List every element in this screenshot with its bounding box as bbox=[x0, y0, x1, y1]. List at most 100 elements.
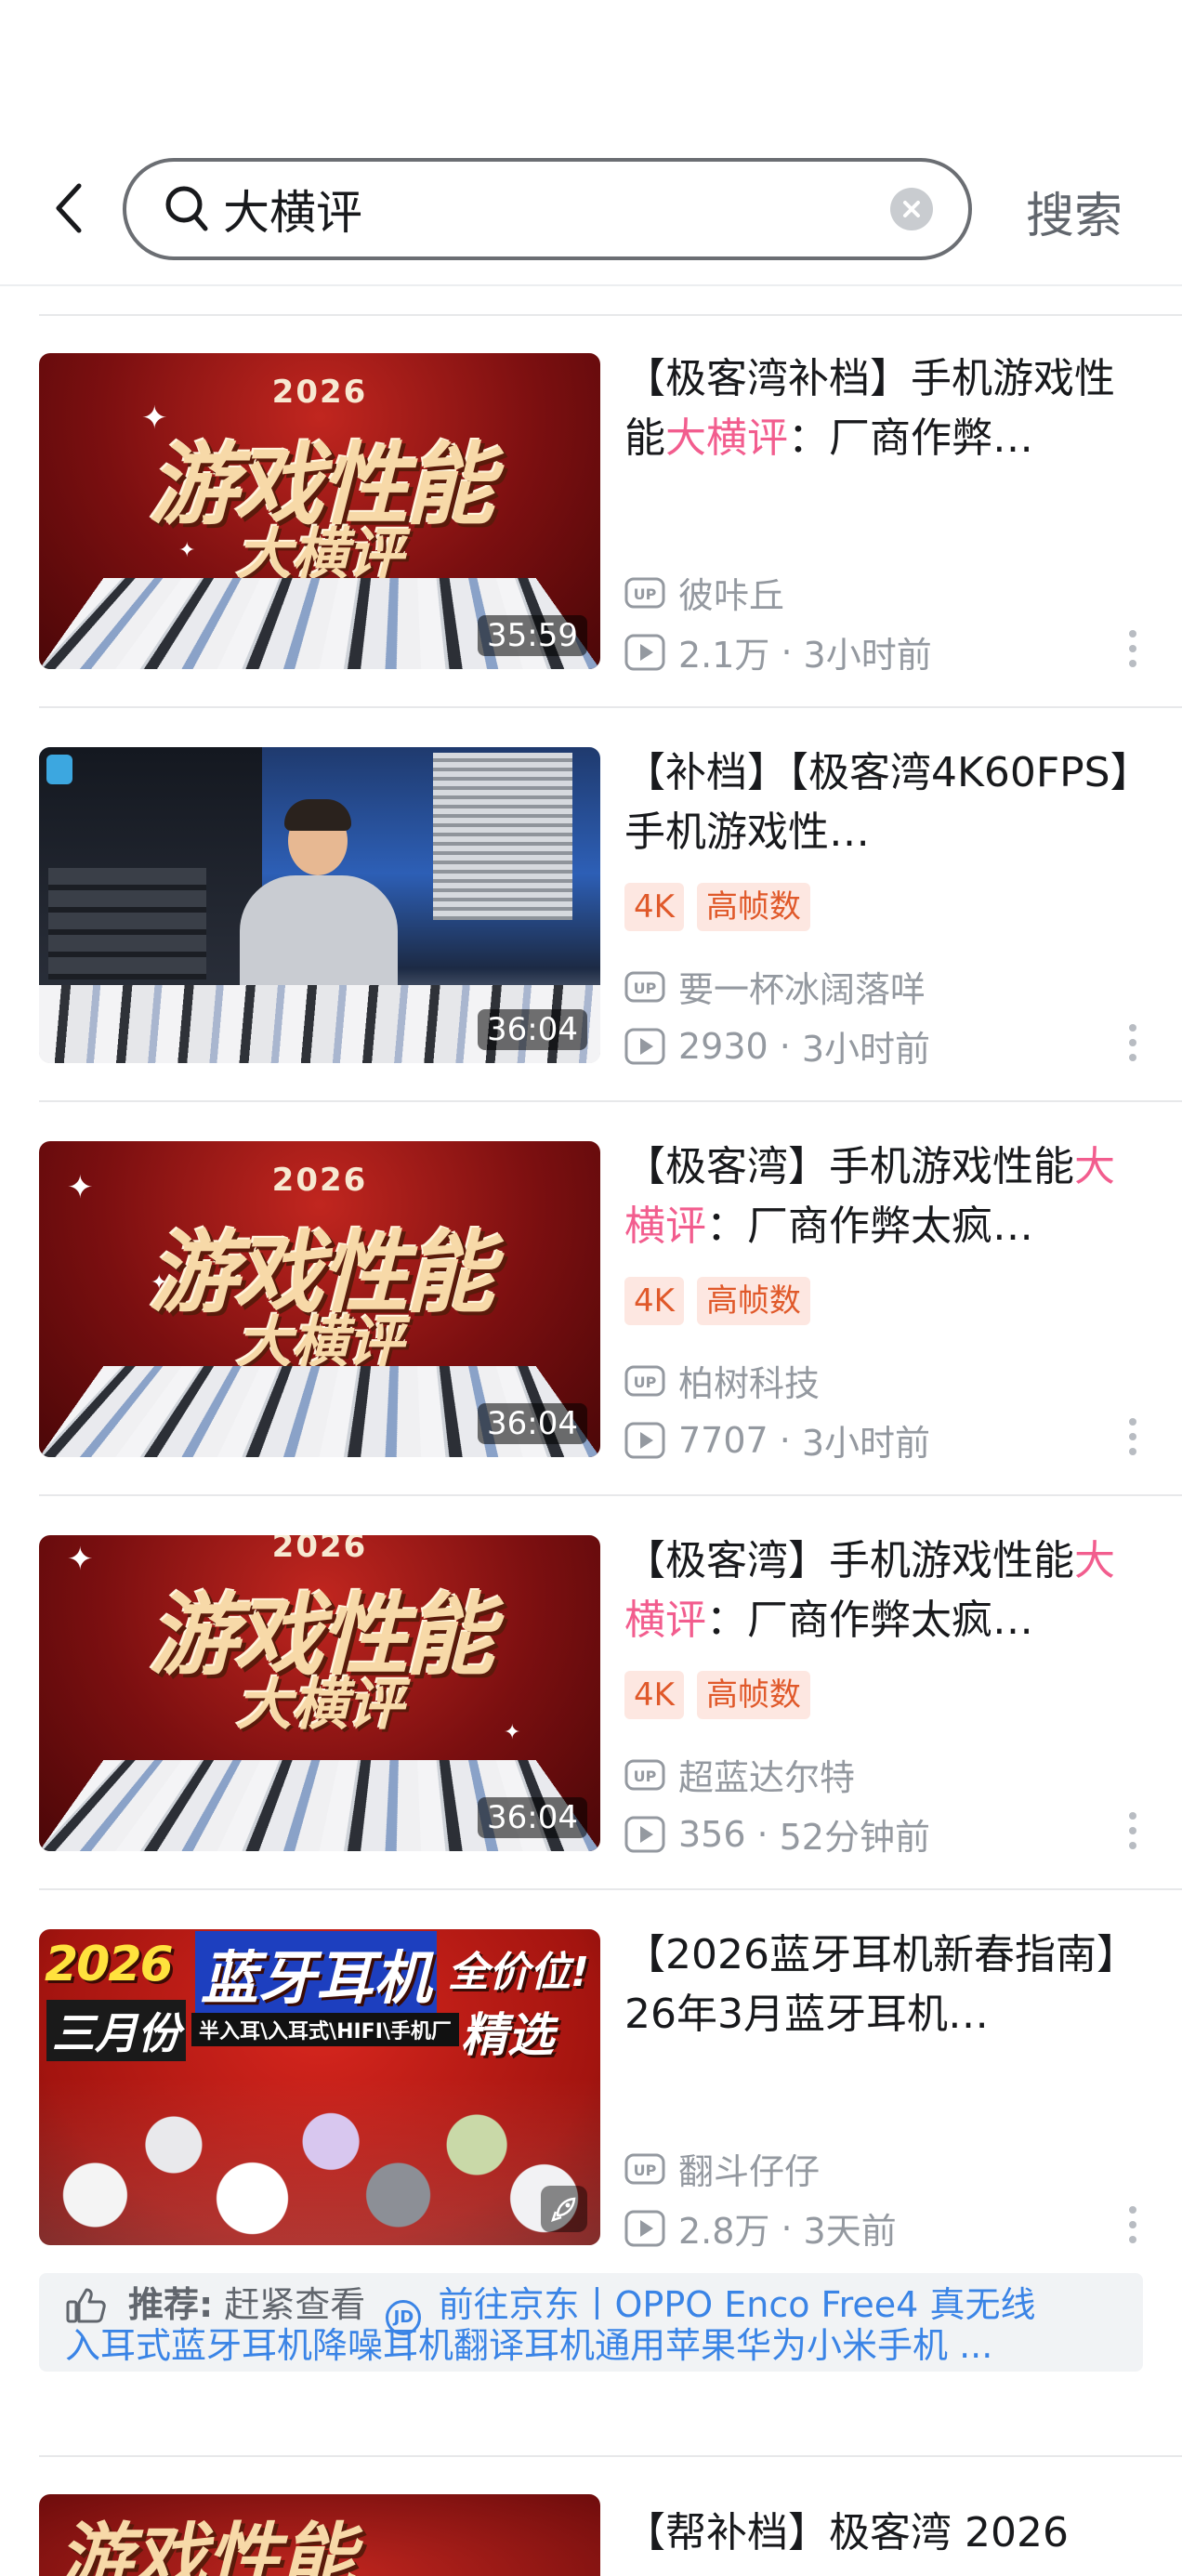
recommend-link[interactable]: 前往京东丨OPPO Enco Free4 真无线 bbox=[439, 2284, 1036, 2325]
sparkle-icon: ✦ bbox=[504, 1721, 521, 1744]
play-count-icon bbox=[624, 2210, 665, 2247]
thumbnail-person bbox=[240, 875, 398, 996]
sparkle-icon: ✦ bbox=[151, 1271, 168, 1295]
svg-text:UP: UP bbox=[634, 979, 657, 997]
play-count-icon bbox=[624, 1422, 665, 1459]
channel-logo-icon bbox=[46, 755, 72, 784]
uploader-row[interactable]: UP 要一杯冰阔落咩 bbox=[624, 961, 926, 1012]
uploader-row[interactable]: UP 柏树科技 bbox=[624, 1355, 820, 1406]
video-duration: 35:59 bbox=[478, 615, 587, 656]
publish-time: 3小时前 bbox=[801, 1423, 930, 1464]
svg-text:UP: UP bbox=[634, 585, 657, 603]
thumbnail-year: 2026 bbox=[271, 374, 368, 411]
video-thumbnail[interactable]: 2026 游戏性能 大横评 ✦ ✦ 36:04 bbox=[39, 1535, 600, 1851]
video-thumbnail[interactable]: 2026 游戏性能 大横评 ✦ ✦ 36:04 bbox=[39, 1141, 600, 1457]
video-title[interactable]: 【极客湾补档】手机游戏性能大横评：厂商作弊… bbox=[624, 349, 1145, 468]
header-divider bbox=[0, 284, 1182, 286]
video-title[interactable]: 【极客湾】手机游戏性能大横评：厂商作弊太疯… bbox=[624, 1531, 1145, 1650]
stats-row: 7707 · 3小时前 bbox=[624, 1414, 930, 1465]
meta-separator: · bbox=[781, 631, 793, 673]
meta-separator: · bbox=[779, 1419, 791, 1461]
thumbnail-text: 蓝牙耳机 bbox=[195, 1931, 438, 2015]
video-title[interactable]: 【帮补档】极客湾 2026 bbox=[624, 2504, 1145, 2576]
uploader-name: 彼咔丘 bbox=[678, 575, 785, 616]
stats-row: 2930 · 3小时前 bbox=[624, 1020, 930, 1071]
up-badge-icon: UP bbox=[624, 971, 665, 1003]
search-box[interactable] bbox=[123, 158, 972, 260]
video-tags: 4K 高帧数 bbox=[624, 1277, 810, 1325]
recommend-link-continued[interactable]: 入耳式蓝牙耳机降噪耳机翻译耳机通用苹果华为小米手机 ... bbox=[65, 2325, 992, 2366]
thumbnail-text: 半入耳\入耳式\HIFI\手机厂 bbox=[191, 2013, 459, 2046]
thumbnail-blinds bbox=[433, 753, 572, 920]
more-options-button[interactable] bbox=[1119, 2197, 1147, 2253]
thumbnail-text: 三月份 bbox=[46, 2000, 186, 2061]
thumbnail-text: 全价位! bbox=[448, 1949, 590, 1996]
play-count-icon bbox=[624, 1816, 665, 1853]
tag-high-fps: 高帧数 bbox=[696, 1277, 810, 1325]
up-badge-icon: UP bbox=[624, 1365, 665, 1397]
view-count: 7707 bbox=[678, 1419, 768, 1461]
thumbnail-text: 2026 bbox=[45, 1937, 174, 1992]
more-options-button[interactable] bbox=[1119, 621, 1147, 677]
video-card[interactable]: 36:04 【补档】【极客湾4K60FPS】手机游戏性… 4K 高帧数 UP 要… bbox=[0, 708, 1182, 1102]
up-badge-icon: UP bbox=[624, 2153, 665, 2185]
magnifier-icon bbox=[165, 186, 208, 231]
video-thumbnail[interactable]: 2026 蓝牙耳机 全价位! 三月份 半入耳\入耳式\HIFI\手机厂 精选 bbox=[39, 1929, 600, 2245]
list-divider bbox=[39, 2455, 1182, 2457]
tag-high-fps: 高帧数 bbox=[696, 1671, 810, 1719]
video-title[interactable]: 【极客湾】手机游戏性能大横评：厂商作弊太疯… bbox=[624, 1137, 1145, 1256]
sparkle-icon: ✦ bbox=[141, 400, 168, 437]
sparkle-icon: ✦ bbox=[178, 539, 196, 562]
video-duration: 36:04 bbox=[478, 1009, 587, 1050]
thumbnail-shelf bbox=[48, 868, 206, 979]
recommendation-bar[interactable]: 推荐: 赶紧查看 JD 前往京东丨OPPO Enco Free4 真无线 入耳式… bbox=[39, 2273, 1143, 2372]
sparkle-icon: ✦ bbox=[67, 1541, 94, 1578]
tag-4k: 4K bbox=[624, 1671, 684, 1719]
video-card[interactable]: 2026 游戏性能 大横评 ✦ ✦ 36:04 【极客湾】手机游戏性能大横评：厂… bbox=[0, 1496, 1182, 1890]
view-count: 2.8万 bbox=[678, 2211, 770, 2252]
more-options-button[interactable] bbox=[1119, 1409, 1147, 1465]
meta-separator: · bbox=[781, 2207, 793, 2249]
video-card[interactable]: 2026 游戏性能 大横评 ✦ ✦ 35:59 【极客湾补档】手机游戏性能大横评… bbox=[0, 314, 1182, 708]
video-thumbnail[interactable]: 游戏性能 bbox=[39, 2494, 600, 2576]
stats-row: 2.1万 · 3小时前 bbox=[624, 626, 932, 677]
svg-text:UP: UP bbox=[634, 2162, 657, 2179]
uploader-row[interactable]: UP 翻斗仔仔 bbox=[624, 2143, 820, 2194]
video-tags: 4K 高帧数 bbox=[624, 1671, 810, 1719]
rocket-icon bbox=[541, 2186, 587, 2232]
publish-time: 3天前 bbox=[803, 2211, 897, 2252]
uploader-name: 要一杯冰阔落咩 bbox=[678, 969, 926, 1010]
uploader-name: 超蓝达尔特 bbox=[678, 1757, 856, 1798]
view-count: 356 bbox=[678, 1813, 746, 1855]
search-input[interactable] bbox=[223, 180, 892, 238]
tag-high-fps: 高帧数 bbox=[696, 883, 810, 931]
sparkle-icon: ✦ bbox=[67, 1169, 94, 1206]
uploader-row[interactable]: UP 超蓝达尔特 bbox=[624, 1749, 855, 1800]
video-card[interactable]: 2026 蓝牙耳机 全价位! 三月份 半入耳\入耳式\HIFI\手机厂 精选 【… bbox=[0, 1890, 1182, 2262]
video-thumbnail[interactable]: 2026 游戏性能 大横评 ✦ ✦ 35:59 bbox=[39, 353, 600, 669]
video-thumbnail[interactable]: 36:04 bbox=[39, 747, 600, 1063]
up-badge-icon: UP bbox=[624, 577, 665, 609]
back-button[interactable] bbox=[43, 175, 95, 242]
thumbnail-text: 精选 bbox=[461, 2008, 554, 2062]
more-options-button[interactable] bbox=[1119, 1015, 1147, 1071]
video-duration: 36:04 bbox=[478, 1403, 587, 1444]
search-submit-button[interactable]: 搜索 bbox=[1026, 177, 1123, 246]
uploader-row[interactable]: UP 彼咔丘 bbox=[624, 567, 784, 618]
chevron-left-icon bbox=[56, 183, 82, 233]
view-count: 2930 bbox=[678, 1025, 768, 1067]
video-card[interactable]: 2026 游戏性能 大横评 ✦ ✦ 36:04 【极客湾】手机游戏性能大横评：厂… bbox=[0, 1102, 1182, 1496]
video-title[interactable]: 【2026蓝牙耳机新春指南】26年3月蓝牙耳机… bbox=[624, 1925, 1145, 2044]
thumbnail-person-hair bbox=[284, 799, 351, 831]
thumbnail-year: 2026 bbox=[271, 1535, 368, 1565]
more-options-button[interactable] bbox=[1119, 1803, 1147, 1859]
tag-4k: 4K bbox=[624, 1277, 684, 1325]
clear-button[interactable] bbox=[890, 188, 933, 230]
recommend-label: 推荐: bbox=[128, 2284, 214, 2325]
video-title[interactable]: 【补档】【极客湾4K60FPS】手机游戏性… bbox=[624, 743, 1145, 862]
stats-row: 356 · 52分钟前 bbox=[624, 1808, 930, 1860]
uploader-name: 柏树科技 bbox=[678, 1363, 821, 1404]
video-tags: 4K 高帧数 bbox=[624, 883, 810, 931]
video-duration: 36:04 bbox=[478, 1797, 587, 1838]
stats-row: 2.8万 · 3天前 bbox=[624, 2202, 897, 2254]
